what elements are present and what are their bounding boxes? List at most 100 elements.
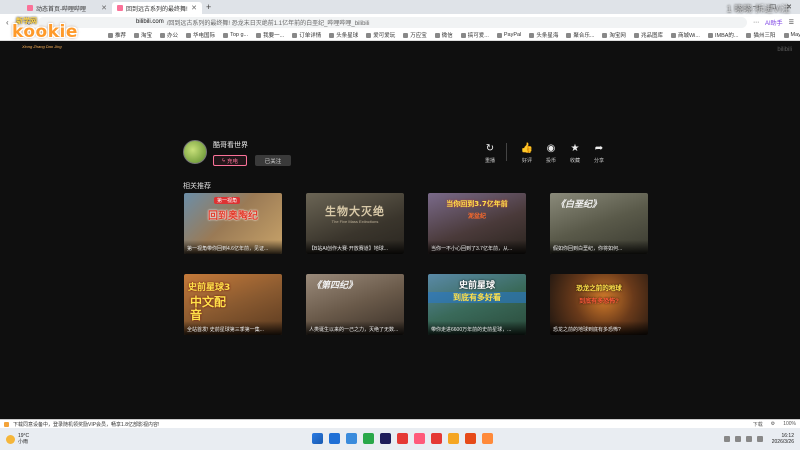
bookmark-item[interactable]: 聚合乐...: [566, 31, 594, 39]
bookmark-item[interactable]: 我要一...: [256, 31, 284, 39]
related-title: 相关推荐: [183, 183, 211, 190]
video-title: 假如你回到白垩纪，你将如何...: [550, 240, 648, 254]
bookmark-item[interactable]: 订单详情: [292, 31, 321, 39]
replay-button[interactable]: ↻ 重播: [478, 143, 502, 164]
share-button[interactable]: ➦ 分享: [587, 143, 611, 164]
tab-label: 回到远古系列的最终舞! 恐...: [126, 6, 188, 13]
related-video-card[interactable]: 《第四纪》 人类诞生以来的一己之力，灭绝了无数...: [306, 274, 404, 335]
divider: [506, 143, 507, 161]
bookmark-label: 聚合乐...: [573, 33, 595, 39]
bookmark-favicon-icon: [366, 32, 372, 38]
related-video-card[interactable]: 史前星球 到底有多好看 带你走进6600万年前的史前星球，...: [428, 274, 526, 335]
bookmark-label: 微信: [441, 33, 453, 39]
bookmark-item[interactable]: 头条星球: [329, 31, 358, 39]
bookmark-favicon-icon: [186, 32, 192, 38]
bookmark-item[interactable]: Maybe: [783, 32, 800, 38]
bookmark-item[interactable]: 推荐: [108, 31, 126, 39]
bookmark-label: 华电国际: [193, 33, 216, 39]
taskbar-app-icon[interactable]: [363, 433, 374, 444]
taskbar-app-icon[interactable]: [329, 433, 340, 444]
related-grid: 第一视角 回到奥陶纪 第一视角带你回到4.6亿年前，见证... 生物大灭绝 Th…: [184, 193, 648, 335]
tray-icon[interactable]: [723, 436, 730, 442]
like-button[interactable]: 👍 好评: [515, 143, 539, 164]
video-title: 【B站AI创作大赛·开放赛道】地球...: [306, 240, 404, 254]
bookmark-item[interactable]: 搞可爱...: [460, 31, 489, 39]
toolbar-right: ⋯ AI助手 ☰: [753, 18, 794, 27]
download-button[interactable]: 下载: [753, 421, 763, 428]
bookmark-item[interactable]: 兆品图库: [633, 31, 663, 39]
bookmark-label: 推荐: [115, 33, 127, 39]
bookmark-label: PayPal: [503, 32, 522, 38]
bookmark-item[interactable]: 华电国际: [186, 31, 215, 39]
new-tab-button[interactable]: +: [206, 2, 211, 12]
bookmark-item[interactable]: 微信: [434, 31, 453, 39]
thumb-title: 史前星球3: [188, 283, 231, 293]
bookmark-item[interactable]: 头条星海: [529, 31, 558, 39]
bookmark-label: 办公: [167, 33, 179, 39]
coin-button[interactable]: ◉ 投币: [539, 143, 563, 164]
related-video-card[interactable]: 《白垩纪》 假如你回到白垩纪，你将如何...: [550, 193, 648, 254]
taskbar-app-icon[interactable]: [448, 433, 459, 444]
related-video-card[interactable]: 史前星球3 中文配音 全站首发! 史前星球第三季第一集...: [184, 274, 282, 335]
avatar[interactable]: [183, 140, 207, 164]
related-video-card[interactable]: 生物大灭绝 The Five Mass Extinctions 【B站AI创作大…: [306, 193, 404, 254]
bookmark-item[interactable]: 淘宝网: [602, 31, 626, 39]
start-menu-icon[interactable]: [312, 433, 323, 444]
weather-text: 19°C 小雨: [18, 433, 29, 445]
url-field[interactable]: bilibili.com /回到远古系列的最终舞! 恐龙末日灭绝前1.1亿年前的…: [38, 16, 747, 28]
zoom-level[interactable]: 100%: [783, 421, 796, 428]
status-message[interactable]: 下载同意设备中，登录随机领奖励VIP会员，畅享1.8亿部影视内容!: [13, 421, 159, 428]
bookmark-item[interactable]: 猫州三阳: [746, 31, 776, 39]
tab-dynamic-home[interactable]: 动态首页-哔哩哔哩 ✕: [22, 2, 112, 14]
ai-assistant-button[interactable]: AI助手: [765, 18, 783, 27]
weather-condition: 小雨: [18, 439, 29, 445]
clock[interactable]: 16:12 2026/3/26: [772, 433, 794, 445]
bookmark-item[interactable]: 淘宝: [134, 31, 152, 39]
taskbar-app-icon[interactable]: [397, 433, 408, 444]
date: 2026/3/26: [771, 439, 794, 445]
bookmark-item[interactable]: 办公: [160, 31, 178, 39]
bookmark-favicon-icon: [496, 32, 502, 38]
uploader-name[interactable]: 酷哥看世界: [213, 140, 291, 150]
weather-widget[interactable]: 19°C 小雨: [6, 433, 29, 445]
taskbar-app-icon[interactable]: [380, 433, 391, 444]
thumb-subtitle: 到底有多好看: [428, 292, 526, 303]
bookmark-item[interactable]: 爱可爱玩: [366, 31, 395, 39]
thumb-subtitle: 泥盆纪: [467, 214, 486, 220]
tab-current-video[interactable]: 回到远古系列的最终舞! 恐... ✕: [112, 2, 202, 14]
bookmark-item[interactable]: Top g...: [223, 32, 248, 38]
extensions-icon[interactable]: ⋯: [753, 19, 759, 26]
settings-icon[interactable]: ⚙: [771, 421, 775, 428]
taskbar-app-icon[interactable]: [414, 433, 425, 444]
volume-icon[interactable]: [756, 436, 763, 442]
bookmark-item[interactable]: 商城Wi...: [670, 31, 700, 39]
bookmark-item[interactable]: 万应宝: [403, 31, 427, 39]
wifi-icon[interactable]: [745, 436, 752, 442]
bookmark-label: 头条星海: [536, 33, 559, 39]
tray-icon[interactable]: [734, 436, 741, 442]
related-video-card[interactable]: 第一视角 回到奥陶纪 第一视角带你回到4.6亿年前，见证...: [184, 193, 282, 254]
bookmark-item[interactable]: IMBA的...: [707, 31, 738, 39]
weather-icon: [6, 434, 15, 444]
uploader-info: 酷哥看世界 ϟ 充电 已关注: [213, 140, 291, 166]
bookmark-label: 搞可爱...: [467, 33, 489, 39]
taskbar-app-icon[interactable]: [431, 433, 442, 444]
taskbar-app-icon[interactable]: [346, 433, 357, 444]
close-tab-icon[interactable]: ✕: [191, 4, 197, 12]
bookmark-item[interactable]: PayPal: [496, 32, 522, 38]
related-video-card[interactable]: 恐龙之前的地球 到底有多恐怖? 恐龙之前的地球到底有多恐怖?: [550, 274, 648, 335]
menu-icon[interactable]: ☰: [789, 19, 794, 26]
bilibili-watermark: bilibili: [777, 47, 792, 53]
taskbar-app-icon[interactable]: [465, 433, 476, 444]
bookmark-label: 我要一...: [263, 33, 285, 39]
taskbar-app-icon[interactable]: [482, 433, 493, 444]
bookmark-label: Maybe: [790, 32, 800, 38]
video-title: 全站首发! 史前星球第三季第一集...: [184, 321, 282, 335]
charge-button[interactable]: ϟ 充电: [213, 155, 247, 166]
close-tab-icon[interactable]: ✕: [101, 4, 107, 12]
follow-button[interactable]: 已关注: [255, 155, 291, 166]
related-video-card[interactable]: 当你回到3.7亿年前 泥盆纪 当你一不小心回到了3.7亿年前，从...: [428, 193, 526, 254]
bookmark-favicon-icon: [434, 32, 440, 38]
favorite-button[interactable]: ★ 收藏: [563, 143, 587, 164]
video-title: 人类诞生以来的一己之力，灭绝了无数...: [306, 321, 404, 335]
